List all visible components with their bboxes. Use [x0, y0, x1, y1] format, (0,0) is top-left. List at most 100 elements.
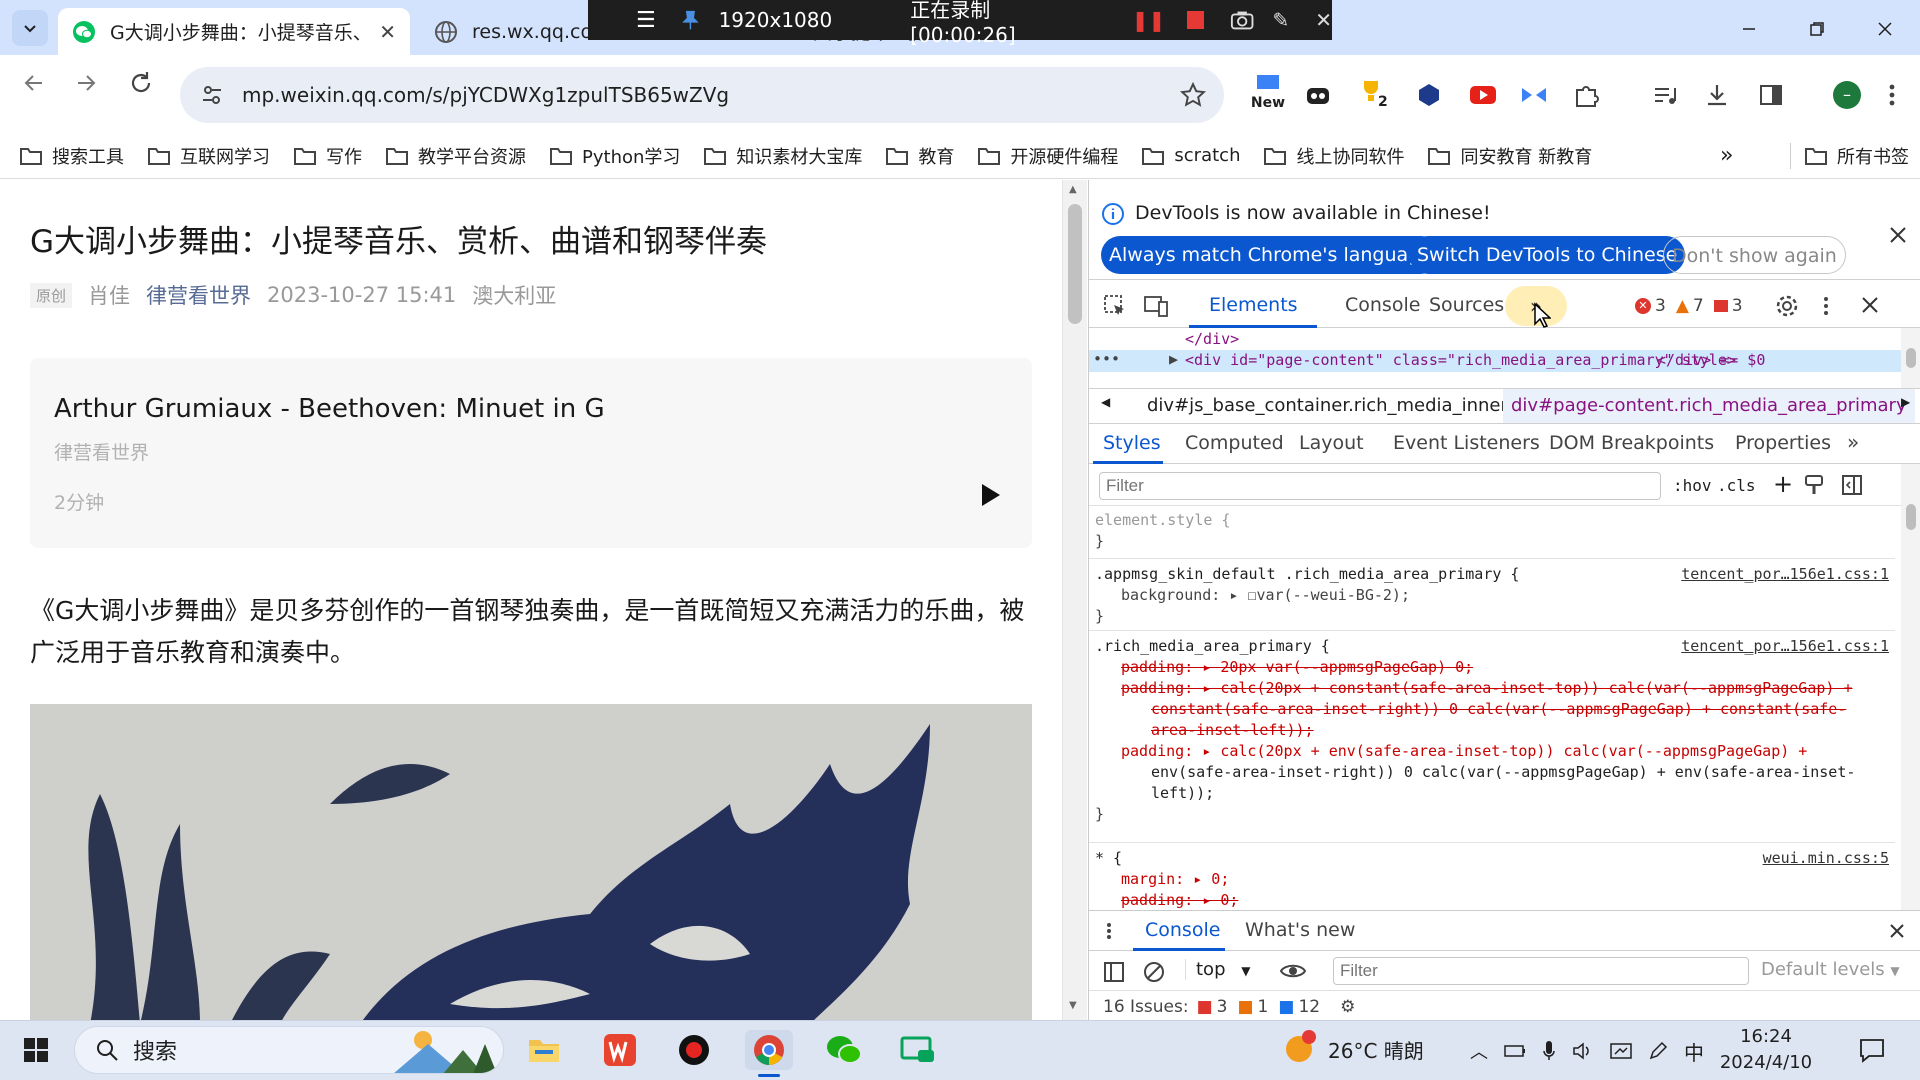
- breadcrumb-item-active[interactable]: div#page-content.rich_media_area_primary: [1503, 389, 1915, 423]
- microphone-icon[interactable]: [1542, 1040, 1556, 1062]
- styles-filter-input[interactable]: [1099, 472, 1661, 500]
- weather-widget[interactable]: 26°C 晴朗: [1284, 1030, 1424, 1064]
- chrome-taskbar-icon[interactable]: [745, 1030, 793, 1070]
- extension-icon[interactable]: [1304, 82, 1332, 110]
- css-source-link[interactable]: tencent_por…156e1.css:1: [1681, 636, 1889, 657]
- extension-badge-button[interactable]: 2: [1358, 78, 1394, 116]
- scrollbar-thumb[interactable]: [1068, 204, 1082, 324]
- tab-console[interactable]: Console: [1345, 294, 1420, 316]
- article-scrollbar[interactable]: ▲ ▼: [1062, 180, 1087, 1020]
- chevron-up-icon[interactable]: ︿: [1470, 1038, 1488, 1064]
- notification-icon[interactable]: [1858, 1036, 1886, 1064]
- dont-show-again-button[interactable]: Don't show again: [1663, 236, 1846, 274]
- account-link[interactable]: 律营看世界: [146, 280, 251, 310]
- add-rule-icon[interactable]: +: [1773, 470, 1793, 498]
- scroll-down-arrow[interactable]: ▼: [1069, 1000, 1077, 1011]
- css-rule[interactable]: .rich_media_area_primary { padding: ▸ 20…: [1095, 636, 1895, 825]
- bookmark-folder[interactable]: Python学习: [550, 143, 680, 169]
- recorder-app-icon[interactable]: [670, 1030, 718, 1070]
- audio-card[interactable]: Arthur Grumiaux - Beethoven: Minuet in G…: [30, 358, 1032, 548]
- breadcrumb-item[interactable]: div#js_base_container.rich_media_inner: [1147, 395, 1508, 416]
- css-source-link[interactable]: weui.min.css:5: [1763, 848, 1889, 869]
- breadcrumb-left-arrow[interactable]: ◀: [1101, 395, 1110, 409]
- hov-toggle[interactable]: :hov: [1673, 476, 1712, 495]
- styles-scrollbar[interactable]: [1901, 464, 1920, 918]
- subtab-event-listeners[interactable]: Event Listeners: [1393, 432, 1540, 454]
- profile-avatar[interactable]: –: [1833, 81, 1861, 109]
- clock[interactable]: 16:24 2024/4/10: [1718, 1024, 1814, 1076]
- expand-triangle-icon[interactable]: ▶: [1169, 350, 1178, 368]
- play-icon[interactable]: [980, 482, 1002, 508]
- battery-icon[interactable]: [1504, 1044, 1526, 1058]
- stop-icon[interactable]: [1187, 11, 1205, 29]
- toggle-sidebar-icon[interactable]: [1841, 474, 1863, 496]
- subtab-computed[interactable]: Computed: [1185, 432, 1284, 454]
- bookmark-folder[interactable]: 教学平台资源: [386, 143, 526, 169]
- file-explorer-icon[interactable]: [520, 1030, 568, 1070]
- tab-elements[interactable]: Elements: [1209, 294, 1298, 316]
- tab-wechat-article[interactable]: G大调小步舞曲：小提琴音乐、 ✕: [58, 8, 410, 55]
- bookmark-folder[interactable]: 线上协同软件: [1264, 143, 1404, 169]
- scroll-up-arrow[interactable]: ▲: [1069, 184, 1077, 195]
- pen-icon[interactable]: [1648, 1041, 1668, 1061]
- minimize-button[interactable]: [1724, 10, 1774, 48]
- back-icon[interactable]: [20, 69, 48, 97]
- css-declaration[interactable]: margin: ▸ 0;: [1095, 869, 1895, 890]
- css-declaration-overridden[interactable]: padding: ▸ 0;: [1095, 890, 1895, 911]
- bookmark-folder[interactable]: 同安教育 新教育: [1428, 143, 1592, 169]
- address-bar[interactable]: mp.weixin.qq.com/s/pjYCDWXg1zpulTSB65wZV…: [180, 67, 1224, 123]
- menu-icon[interactable]: ☰: [636, 8, 656, 33]
- reload-icon[interactable]: [127, 69, 155, 97]
- bookmarks-overflow-icon[interactable]: »: [1720, 143, 1733, 168]
- bookmark-folder[interactable]: 写作: [294, 143, 362, 169]
- bookmark-folder[interactable]: scratch: [1142, 145, 1240, 166]
- star-icon[interactable]: [1180, 82, 1206, 108]
- drawer-tab-whats-new[interactable]: What's new: [1245, 919, 1355, 941]
- close-icon[interactable]: [1889, 923, 1905, 939]
- inspect-element-icon[interactable]: [1103, 294, 1127, 318]
- css-rule[interactable]: * { margin: ▸ 0; padding: ▸ 0; weui.min.…: [1095, 848, 1895, 911]
- css-declaration-overridden[interactable]: padding: ▸ calc(20px + constant(safe-are…: [1095, 678, 1895, 699]
- issues-bar[interactable]: 16 Issues: ■ 3 ■ 1 ■ 12 ⚙: [1103, 997, 1355, 1017]
- paint-brush-icon[interactable]: [1803, 474, 1825, 496]
- error-counter[interactable]: ✕ 3 ▲ 7 3: [1635, 296, 1743, 316]
- network-icon[interactable]: [1610, 1041, 1632, 1061]
- site-info-icon[interactable]: [200, 83, 224, 107]
- more-subtabs-icon[interactable]: »: [1847, 430, 1859, 454]
- css-declaration-overridden[interactable]: padding: ▸ 20px var(--appmsgPageGap) 0;: [1095, 657, 1895, 678]
- youtube-icon[interactable]: [1468, 82, 1498, 108]
- css-declaration[interactable]: background: ▸ ☐var(--weui-BG-2);: [1095, 585, 1895, 606]
- taskbar-search[interactable]: 搜索: [74, 1026, 504, 1074]
- close-icon[interactable]: ✕: [379, 20, 396, 44]
- css-source-link[interactable]: tencent_por…156e1.css:1: [1681, 564, 1889, 585]
- pin-icon[interactable]: [681, 9, 699, 31]
- more-vertical-icon[interactable]: [1886, 82, 1898, 108]
- window-close-button[interactable]: [1860, 10, 1910, 48]
- dom-scrollbar[interactable]: [1901, 328, 1920, 388]
- more-vertical-icon[interactable]: [1821, 294, 1831, 318]
- settings-gear-icon[interactable]: [1775, 294, 1799, 318]
- bookmark-folder[interactable]: 搜索工具: [20, 143, 124, 169]
- settings-gear-icon[interactable]: ⚙: [1340, 997, 1355, 1017]
- subtab-dom-breakpoints[interactable]: DOM Breakpoints: [1549, 432, 1714, 454]
- download-icon[interactable]: [1704, 82, 1730, 108]
- pen-icon[interactable]: ✎: [1272, 8, 1289, 32]
- speaker-icon[interactable]: [1572, 1041, 1594, 1061]
- wechat-taskbar-icon[interactable]: [820, 1030, 868, 1070]
- log-levels-dropdown[interactable]: Default levels ▼: [1761, 959, 1900, 980]
- ime-indicator[interactable]: 中: [1684, 1037, 1704, 1066]
- media-controls-icon[interactable]: [1652, 84, 1678, 108]
- context-selector[interactable]: top ▼: [1185, 959, 1250, 980]
- camera-icon[interactable]: [1230, 9, 1254, 31]
- sidebar-toggle-icon[interactable]: [1103, 961, 1125, 983]
- bookmark-folder[interactable]: 互联网学习: [148, 143, 270, 169]
- dom-line-selected[interactable]: ••• ▶ <div id="page-content" class="rich…: [1089, 350, 1901, 372]
- css-declaration[interactable]: padding: ▸ calc(20px + env(safe-area-ins…: [1095, 741, 1895, 762]
- drawer-tab-console[interactable]: Console: [1145, 919, 1220, 941]
- puzzle-icon[interactable]: [1573, 82, 1599, 108]
- new-extension-button[interactable]: New: [1248, 74, 1288, 118]
- device-toolbar-icon[interactable]: [1143, 294, 1169, 318]
- eye-icon[interactable]: [1279, 961, 1307, 981]
- bookmark-folder[interactable]: 开源硬件编程: [978, 143, 1118, 169]
- tab-sources[interactable]: Sources: [1429, 294, 1504, 316]
